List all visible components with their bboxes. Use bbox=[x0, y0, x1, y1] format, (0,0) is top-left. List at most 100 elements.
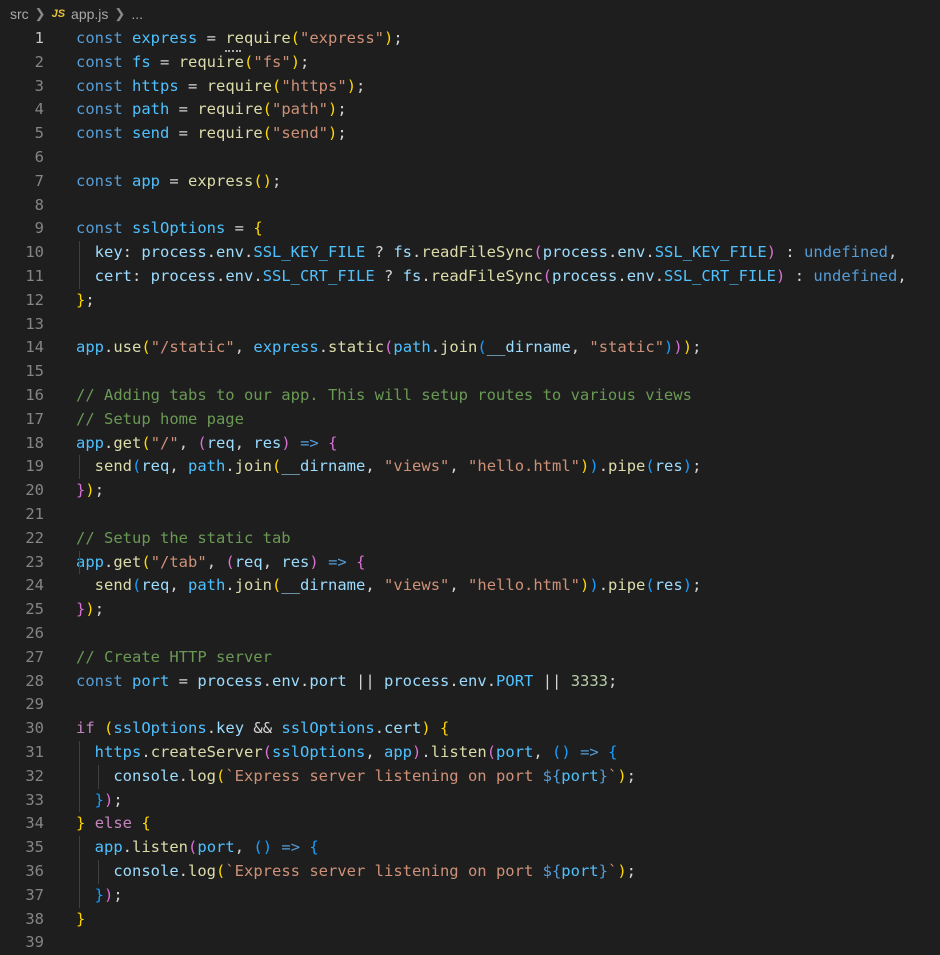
code-line[interactable]: 4 const path = require("path"); bbox=[0, 98, 940, 122]
code-line[interactable]: 17 // Setup home page bbox=[0, 408, 940, 432]
code-line[interactable]: 3 const https = require("https"); bbox=[0, 75, 940, 99]
code-token: => bbox=[281, 838, 301, 857]
code-token: . bbox=[104, 338, 114, 357]
code-token: = bbox=[169, 100, 198, 119]
code-token: ) bbox=[617, 862, 627, 880]
code-token: use bbox=[113, 338, 142, 357]
code-token: ; bbox=[337, 124, 347, 143]
breadcrumb-folder[interactable]: src bbox=[10, 6, 29, 22]
code-line[interactable]: 1 const express = require("express"); bbox=[0, 27, 940, 51]
code-line[interactable]: 36 console.log(`Express server listening… bbox=[0, 860, 940, 884]
code-token: log bbox=[188, 862, 216, 880]
code-token: : bbox=[132, 267, 151, 285]
code-line[interactable]: 12}; bbox=[0, 289, 940, 313]
code-token: fs bbox=[402, 267, 422, 285]
code-line[interactable]: 8 bbox=[0, 194, 940, 218]
code-token: => bbox=[300, 433, 319, 452]
code-line[interactable]: 20}); bbox=[0, 479, 940, 503]
code-line[interactable]: 19 send(req, path.join(__dirname, "views… bbox=[0, 455, 940, 479]
code-line[interactable]: 33 }); bbox=[0, 789, 940, 813]
code-text: } else { bbox=[76, 812, 151, 836]
code-token: = bbox=[169, 124, 198, 143]
line-number: 32 bbox=[25, 766, 44, 785]
code-token: , bbox=[365, 743, 385, 761]
code-line[interactable]: 22 // Setup the static tab bbox=[0, 527, 940, 551]
line-number: 36 bbox=[25, 862, 44, 880]
code-line[interactable]: 13 bbox=[0, 313, 940, 337]
code-line[interactable]: 34} else { bbox=[0, 812, 940, 836]
line-number: 25 bbox=[25, 600, 44, 619]
line-number: 13 bbox=[25, 314, 44, 333]
code-token: ( bbox=[384, 338, 394, 357]
code-token: , bbox=[533, 743, 553, 761]
code-token: SSL_CRT_FILE bbox=[664, 267, 777, 285]
code-line[interactable]: 28 const port = process.env.port || proce… bbox=[0, 670, 940, 694]
code-text: const https = require("https"); bbox=[76, 75, 365, 99]
line-number: 37 bbox=[25, 885, 44, 904]
code-line[interactable]: 21 bbox=[0, 503, 940, 527]
code-line[interactable]: 2 const fs = require("fs"); bbox=[0, 51, 940, 75]
code-line[interactable]: 26 bbox=[0, 622, 940, 646]
code-token: "send" bbox=[272, 124, 329, 143]
code-line[interactable]: 23 app.get("/tab", (req, res) => { bbox=[0, 551, 940, 575]
code-token: express bbox=[188, 171, 254, 190]
code-token: . bbox=[141, 743, 151, 761]
code-token: ; bbox=[300, 52, 310, 71]
code-editor[interactable]: 1 const express = require("express"); 2 con… bbox=[0, 27, 940, 955]
code-token: , bbox=[234, 838, 254, 857]
code-token: const bbox=[76, 29, 123, 47]
code-token: ( bbox=[262, 124, 273, 143]
line-number: 26 bbox=[25, 624, 44, 642]
code-token: process bbox=[150, 267, 216, 285]
code-token: = bbox=[178, 76, 207, 95]
breadcrumb-symbols[interactable]: ... bbox=[131, 6, 143, 22]
code-line[interactable]: 24 send(req, path.join(__dirname, "views… bbox=[0, 574, 940, 598]
code-line[interactable]: 7 const app = express(); bbox=[0, 170, 940, 194]
code-line[interactable]: 25}); bbox=[0, 598, 940, 622]
code-token: ( bbox=[486, 743, 497, 761]
indent-guide bbox=[97, 764, 99, 789]
code-token: ( bbox=[104, 719, 114, 738]
code-token: ) bbox=[104, 885, 114, 904]
code-token: ; bbox=[337, 100, 347, 119]
code-token: // Setup home page bbox=[76, 409, 244, 428]
code-token: ) bbox=[421, 719, 431, 738]
code-token: . bbox=[225, 576, 235, 595]
code-token: get bbox=[113, 433, 142, 452]
code-token: { bbox=[356, 552, 366, 571]
code-token: ; bbox=[692, 576, 702, 595]
code-line[interactable]: 5 const send = require("send"); bbox=[0, 122, 940, 146]
code-line[interactable]: 27 // Create HTTP server bbox=[0, 646, 940, 670]
code-token: process bbox=[141, 243, 207, 262]
code-line[interactable]: 11 cert: process.env.SSL_CRT_FILE ? fs.r… bbox=[0, 265, 940, 289]
code-line[interactable]: 10 key: process.env.SSL_KEY_FILE ? fs.re… bbox=[0, 241, 940, 265]
code-line[interactable]: 9 const sslOptions = { bbox=[0, 217, 940, 241]
line-number: 24 bbox=[25, 576, 44, 595]
code-token: sslOptions bbox=[113, 719, 207, 738]
code-line[interactable]: 14 app.use("/static", express.static(path… bbox=[0, 336, 940, 360]
code-line[interactable]: 38} bbox=[0, 908, 940, 932]
code-line[interactable]: 35 app.listen(port, () => { bbox=[0, 836, 940, 860]
code-line[interactable]: 16 // Adding tabs to our app. This will s… bbox=[0, 384, 940, 408]
code-token: process bbox=[552, 267, 618, 285]
line-number: 15 bbox=[25, 362, 44, 381]
code-line[interactable]: 37 }); bbox=[0, 884, 940, 908]
code-line[interactable]: 31 https.createServer(sslOptions, app).l… bbox=[0, 741, 940, 765]
code-line[interactable]: 15 bbox=[0, 360, 940, 384]
code-token: { bbox=[253, 219, 263, 238]
code-token: ) bbox=[580, 576, 590, 595]
breadcrumb-file[interactable]: app.js bbox=[71, 6, 108, 22]
code-line[interactable]: 39 bbox=[0, 931, 940, 955]
line-number: 2 bbox=[34, 52, 44, 71]
code-line[interactable]: 29 bbox=[0, 693, 940, 717]
code-token: get bbox=[113, 552, 142, 571]
code-line[interactable]: 18 app.get("/", (req, res) => { bbox=[0, 432, 940, 456]
code-line[interactable]: 6 bbox=[0, 146, 940, 170]
code-token: ; bbox=[356, 76, 366, 95]
code-token: , bbox=[365, 457, 385, 476]
code-line[interactable]: 32 console.log(`Express server listening… bbox=[0, 765, 940, 789]
code-line[interactable]: 30 if (sslOptions.key && sslOptions.cert)… bbox=[0, 717, 940, 741]
code-token: "/" bbox=[150, 433, 179, 452]
